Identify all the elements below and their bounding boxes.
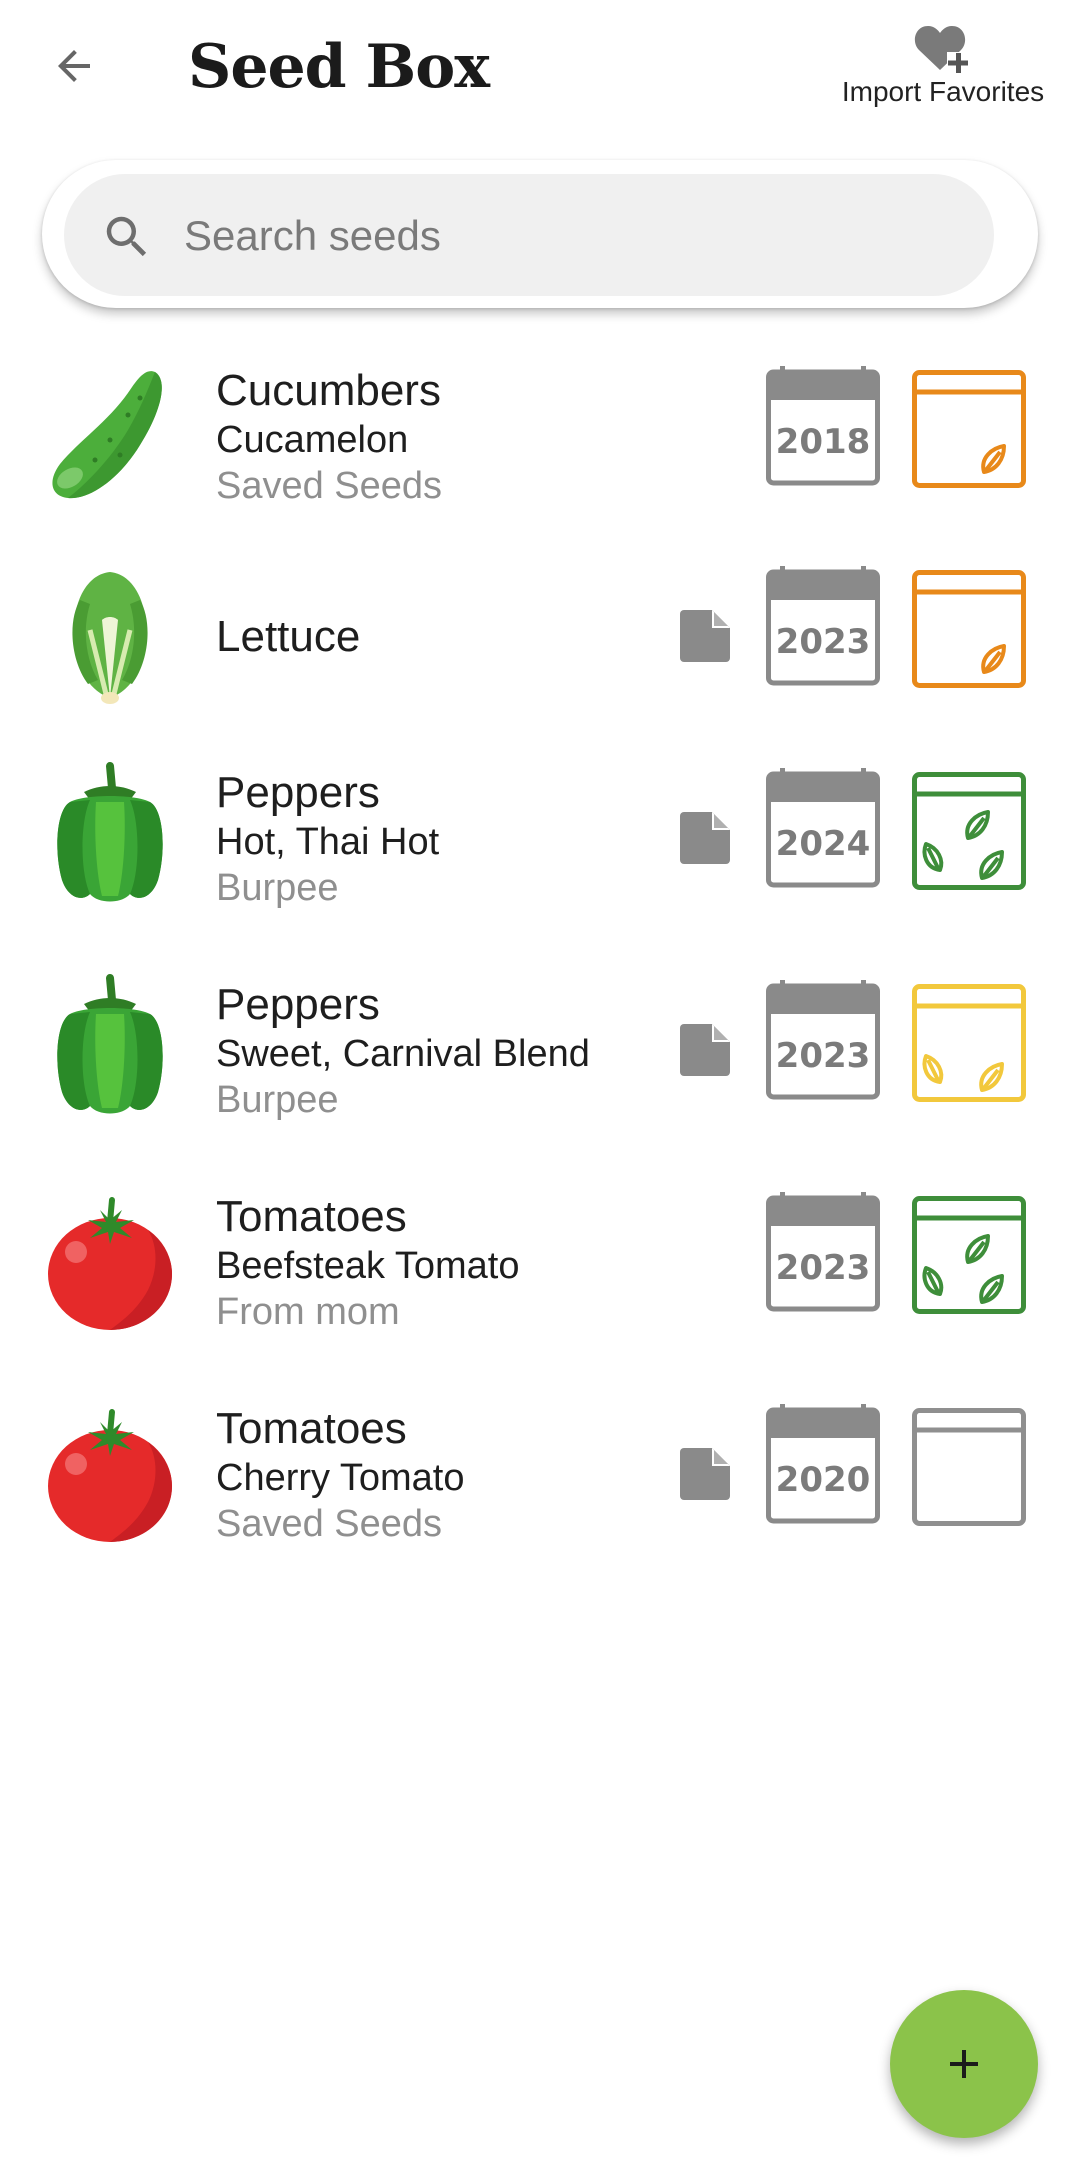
note-icon xyxy=(680,1448,730,1500)
seed-row[interactable]: Tomatoes Cherry Tomato Saved Seeds 2020 xyxy=(0,1370,1080,1580)
seed-row[interactable]: Peppers Sweet, Carnival Blend Burpee 202… xyxy=(0,946,1080,1156)
calendar-icon: 2018 xyxy=(766,366,880,486)
calendar-icon: 2023 xyxy=(766,1192,880,1312)
seed-source: Saved Seeds xyxy=(216,465,443,507)
calendar-icon: 2024 xyxy=(766,768,880,888)
search-card xyxy=(42,160,1038,308)
seed-packet-full-icon xyxy=(912,1196,1026,1314)
seed-name: Peppers xyxy=(216,768,380,817)
seed-texts: Cucumbers Cucamelon Saved Seeds xyxy=(216,332,442,542)
seed-source: Saved Seeds xyxy=(216,1503,443,1545)
pepper-icon xyxy=(57,974,163,1114)
seed-year: 2024 xyxy=(775,824,871,864)
seed-name: Cucumbers xyxy=(216,366,441,415)
seed-texts: Lettuce xyxy=(216,532,360,742)
seed-row[interactable]: Peppers Hot, Thai Hot Burpee 2024 xyxy=(0,734,1080,944)
seed-variety: Cucamelon xyxy=(216,419,409,461)
seed-variety: Sweet, Carnival Blend xyxy=(216,1033,590,1075)
seed-year: 2023 xyxy=(775,1036,871,1076)
note-icon xyxy=(680,812,730,864)
search-icon xyxy=(106,216,147,257)
seed-source: Burpee xyxy=(216,1079,339,1121)
pepper-icon xyxy=(57,762,163,902)
tomato-icon xyxy=(48,1409,172,1542)
seed-year: 2018 xyxy=(775,422,871,462)
seed-texts: Tomatoes Beefsteak Tomato From mom xyxy=(216,1158,519,1368)
page-title: Seed Box xyxy=(188,32,490,102)
seed-variety: Beefsteak Tomato xyxy=(216,1245,520,1287)
back-button[interactable] xyxy=(38,30,110,102)
tomato-icon xyxy=(48,1197,172,1330)
seed-packet-full-icon xyxy=(912,772,1026,890)
import-favorites-label: Import Favorites xyxy=(841,76,1045,107)
seed-year: 2023 xyxy=(775,1248,871,1288)
cucumber-icon xyxy=(52,371,162,499)
seed-row[interactable]: Cucumbers Cucamelon Saved Seeds 2018 xyxy=(0,332,1080,542)
note-icon xyxy=(680,610,730,662)
lettuce-icon xyxy=(72,572,148,704)
seed-source: Burpee xyxy=(216,867,339,909)
import-favorites-button[interactable]: Import Favorites xyxy=(828,20,1058,120)
search-bar[interactable] xyxy=(64,174,994,296)
seed-packet-empty-icon xyxy=(912,1408,1026,1526)
seed-row[interactable]: Lettuce 2023 xyxy=(0,532,1080,742)
arrow-back-icon xyxy=(58,50,90,82)
seed-year: 2020 xyxy=(775,1460,871,1500)
seed-name: Tomatoes xyxy=(216,1404,407,1453)
seed-texts: Tomatoes Cherry Tomato Saved Seeds xyxy=(216,1370,465,1580)
seed-name: Lettuce xyxy=(216,612,361,661)
calendar-icon: 2023 xyxy=(766,980,880,1100)
seed-year: 2023 xyxy=(775,622,871,662)
seed-row[interactable]: Tomatoes Beefsteak Tomato From mom 2023 xyxy=(0,1158,1080,1368)
seed-texts: Peppers Hot, Thai Hot Burpee xyxy=(216,734,439,944)
seed-source: From mom xyxy=(216,1291,400,1333)
calendar-icon: 2023 xyxy=(766,566,880,686)
seed-variety: Hot, Thai Hot xyxy=(216,821,440,863)
seed-name: Peppers xyxy=(216,980,380,1029)
seed-packet-low-icon xyxy=(912,370,1026,488)
seed-texts: Peppers Sweet, Carnival Blend Burpee xyxy=(216,946,590,1156)
heart-plus-icon xyxy=(914,26,969,74)
app-bar: Seed Box Import Favorites xyxy=(0,0,1080,140)
seed-packet-medium-icon xyxy=(912,984,1026,1102)
seed-name: Tomatoes xyxy=(216,1192,407,1241)
search-input[interactable] xyxy=(184,204,964,268)
plus-icon xyxy=(950,2050,978,2078)
calendar-icon: 2020 xyxy=(766,1404,880,1524)
seed-variety: Cherry Tomato xyxy=(216,1457,465,1499)
note-icon xyxy=(680,1024,730,1076)
add-seed-button[interactable] xyxy=(890,1990,1038,2138)
seed-packet-low-icon xyxy=(912,570,1026,688)
